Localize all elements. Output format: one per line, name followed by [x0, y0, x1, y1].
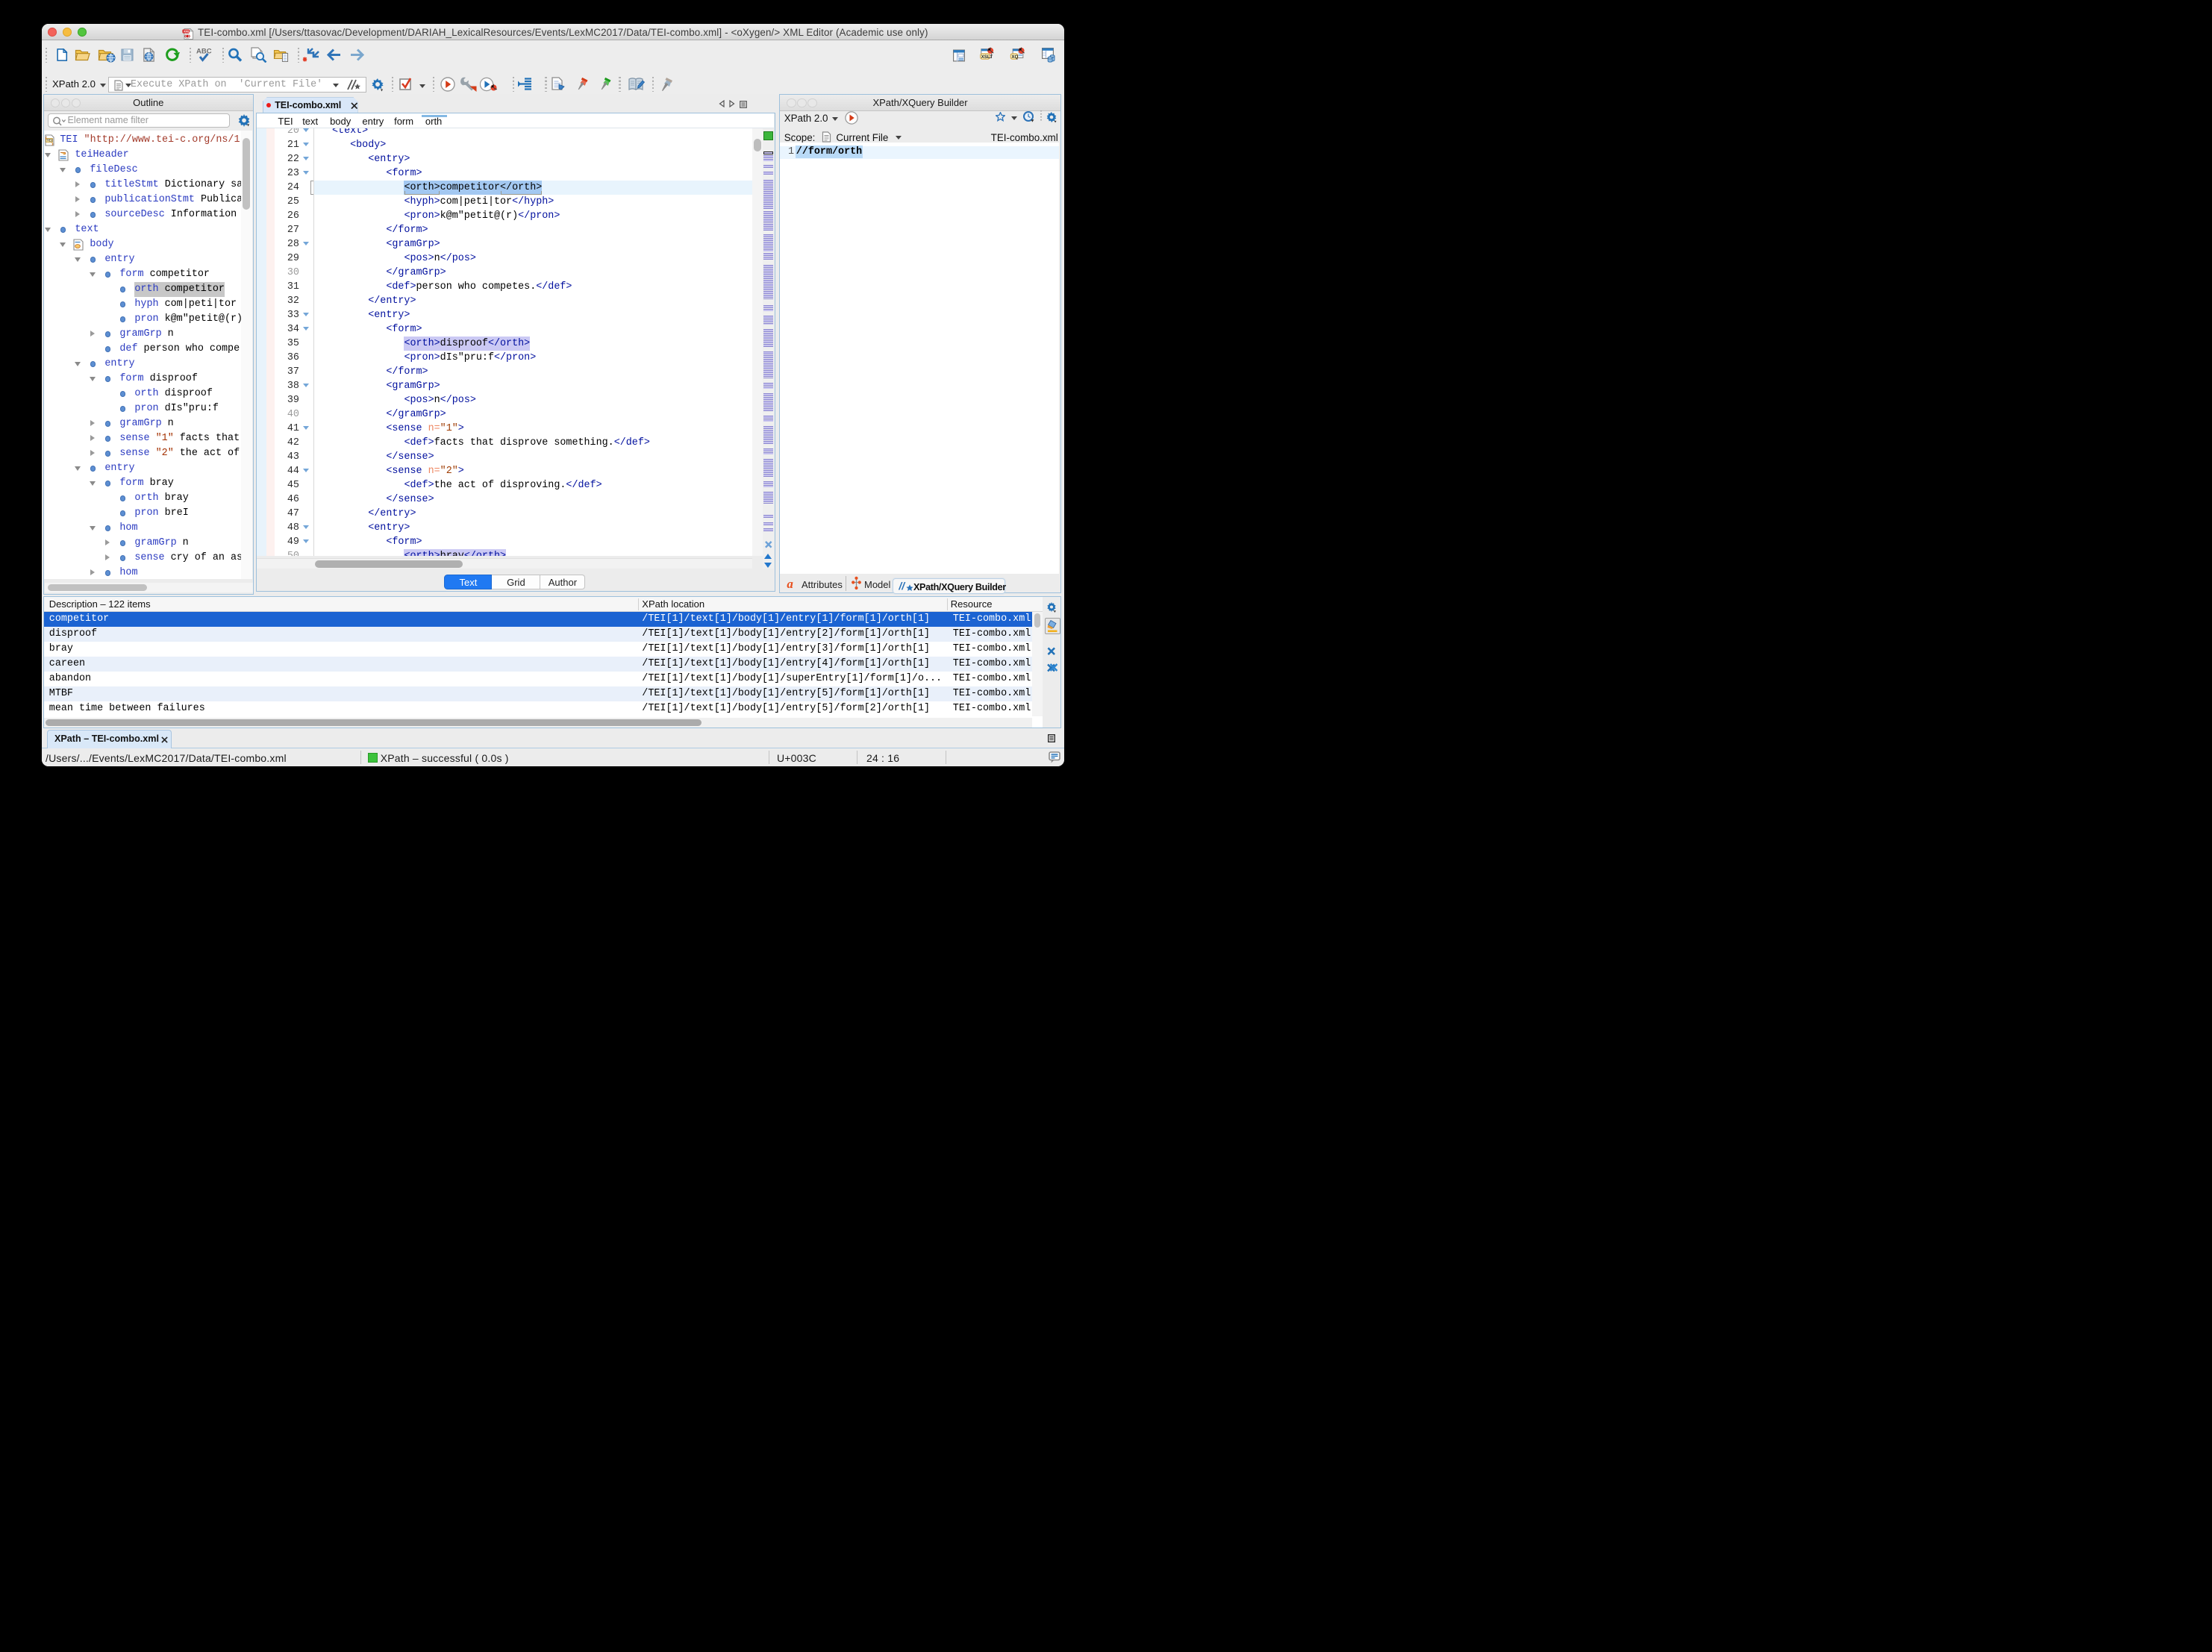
svg-text:XML: XML: [184, 30, 190, 34]
svg-text:XQ: XQ: [1011, 54, 1018, 60]
svg-text:ABC: ABC: [196, 48, 212, 56]
svg-text:XSLT: XSLT: [981, 54, 993, 60]
svg-text:TEI: TEI: [46, 139, 53, 143]
